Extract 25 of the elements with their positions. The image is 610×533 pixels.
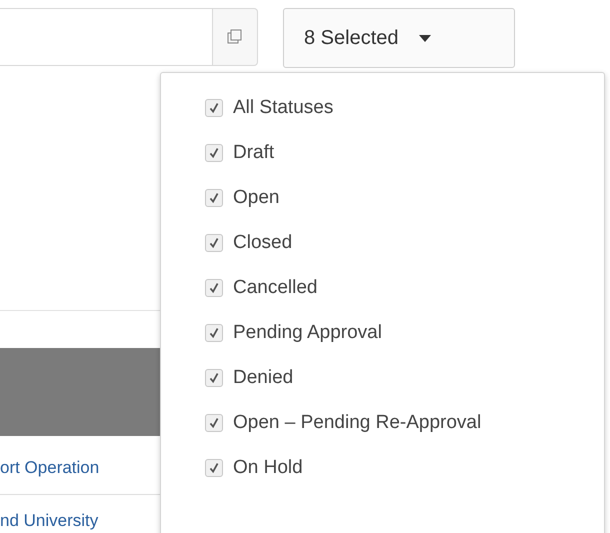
checkbox[interactable]: [205, 324, 223, 342]
table-link[interactable]: ort Operation: [0, 458, 100, 478]
checkbox[interactable]: [205, 368, 223, 386]
text-field[interactable]: [0, 8, 213, 66]
checkbox[interactable]: [205, 144, 223, 162]
status-option[interactable]: Closed: [161, 220, 604, 265]
status-option[interactable]: Open: [161, 175, 604, 220]
copy-icon: [227, 29, 243, 45]
status-option[interactable]: Cancelled: [161, 265, 604, 310]
checkbox[interactable]: [205, 98, 223, 116]
table-link[interactable]: nd University: [0, 511, 98, 531]
checkbox[interactable]: [205, 414, 223, 432]
status-option[interactable]: Pending Approval: [161, 310, 604, 355]
status-filter-dropdown[interactable]: 8 Selected: [283, 8, 515, 68]
status-option[interactable]: On Hold: [161, 445, 604, 490]
status-option[interactable]: Denied: [161, 355, 604, 400]
checkbox[interactable]: [205, 234, 223, 252]
status-option[interactable]: Open – Pending Re-Approval: [161, 400, 604, 445]
status-option[interactable]: Draft: [161, 130, 604, 175]
checkbox[interactable]: [205, 188, 223, 206]
checkbox[interactable]: [205, 458, 223, 476]
checkbox[interactable]: [205, 278, 223, 296]
copy-button[interactable]: [213, 8, 258, 66]
status-option[interactable]: All Statuses: [161, 85, 604, 130]
caret-icon: [418, 34, 431, 42]
